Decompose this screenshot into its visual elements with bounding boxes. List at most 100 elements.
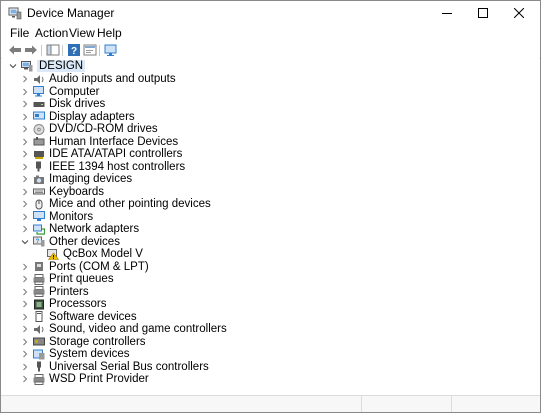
menu-file[interactable]: File xyxy=(10,26,29,40)
tree-item-software-devices[interactable]: Software devices xyxy=(20,311,137,323)
tree-item-keyboards[interactable]: Keyboards xyxy=(20,186,104,198)
chevron-right-icon[interactable] xyxy=(20,198,30,210)
unknown-device-warning-icon xyxy=(47,248,60,260)
network-adapter-icon xyxy=(33,224,46,235)
toolbar-separator xyxy=(41,45,42,56)
chevron-right-icon[interactable] xyxy=(20,298,30,310)
tree-item-monitors[interactable]: Monitors xyxy=(20,211,93,223)
port-icon xyxy=(33,261,45,272)
tree-root-row[interactable]: DESIGN xyxy=(8,60,86,72)
status-pane xyxy=(451,396,542,412)
chevron-right-icon[interactable] xyxy=(20,348,30,360)
tree-item-label: Audio inputs and outputs xyxy=(49,73,176,85)
tree-item-printers[interactable]: Printers xyxy=(20,286,89,298)
title-bar[interactable]: Device Manager xyxy=(1,1,540,25)
tree-item-label: Print queues xyxy=(49,273,114,285)
forward-arrow-icon[interactable] xyxy=(24,43,38,57)
tree-item-other-devices[interactable]: ? Other devices xyxy=(20,236,120,248)
firewire-icon xyxy=(33,161,45,172)
chevron-right-icon[interactable] xyxy=(20,123,30,135)
tree-item-imaging-devices[interactable]: Imaging devices xyxy=(20,173,132,185)
camera-icon xyxy=(33,174,45,185)
sound-controller-icon xyxy=(33,324,45,335)
back-arrow-icon[interactable] xyxy=(8,43,22,57)
tree-root-label: DESIGN xyxy=(37,60,86,72)
chevron-right-icon[interactable] xyxy=(20,98,30,110)
properties-icon[interactable] xyxy=(83,43,97,57)
menu-action[interactable]: Action xyxy=(35,26,68,40)
chevron-right-icon[interactable] xyxy=(20,373,30,385)
chevron-right-icon[interactable] xyxy=(20,311,30,323)
window-title: Device Manager xyxy=(27,6,115,20)
printer-icon xyxy=(33,286,45,297)
chevron-right-icon[interactable] xyxy=(20,361,30,373)
usb-icon xyxy=(33,361,45,372)
status-pane xyxy=(361,396,452,412)
tree-item-audio-inputs-and-outputs[interactable]: Audio inputs and outputs xyxy=(20,73,176,85)
device-tree[interactable]: DESIGN Audio inputs and outputs Computer D… xyxy=(2,58,539,395)
chevron-right-icon[interactable] xyxy=(20,111,30,123)
svg-text:?: ? xyxy=(71,46,77,57)
tree-item-label: IEEE 1394 host controllers xyxy=(49,160,186,173)
chevron-right-icon[interactable] xyxy=(20,261,30,273)
tree-item-label: IDE ATA/ATAPI controllers xyxy=(49,148,183,160)
tree-item-label: Storage controllers xyxy=(49,335,146,348)
menu-view[interactable]: View xyxy=(69,26,95,40)
tree-item-label: Disk drives xyxy=(49,98,106,110)
mouse-icon xyxy=(33,199,45,210)
help-icon[interactable]: ? xyxy=(67,43,81,57)
tree-item-label: Ports (COM & LPT) xyxy=(49,260,149,273)
tree-item-system-devices[interactable]: System devices xyxy=(20,348,130,360)
tree-item-label: WSD Print Provider xyxy=(49,373,149,385)
tree-item-label: Universal Serial Bus controllers xyxy=(49,360,209,373)
menu-help[interactable]: Help xyxy=(97,26,122,40)
chevron-right-icon[interactable] xyxy=(20,286,30,298)
maximize-button[interactable] xyxy=(468,1,498,25)
chevron-right-icon[interactable] xyxy=(20,136,30,148)
tree-item-processors[interactable]: Processors xyxy=(20,298,107,310)
minimize-button[interactable] xyxy=(432,1,462,25)
tree-item-computer[interactable]: Computer xyxy=(20,86,100,98)
tree-item-qcbox-model-v[interactable]: QcBox Model V xyxy=(34,248,143,260)
tree-item-ports-com-lpt[interactable]: Ports (COM & LPT) xyxy=(20,261,149,273)
tree-item-dvd-cd-rom-drives[interactable]: DVD/CD-ROM drives xyxy=(20,123,158,135)
minimize-icon xyxy=(442,13,452,14)
tree-item-sound-video-and-game-controllers[interactable]: Sound, video and game controllers xyxy=(20,323,227,335)
chevron-right-icon[interactable] xyxy=(20,161,30,173)
processor-icon xyxy=(33,299,45,310)
tree-item-universal-serial-bus-controllers[interactable]: Universal Serial Bus controllers xyxy=(20,361,209,373)
chevron-right-icon[interactable] xyxy=(20,186,30,198)
tree-item-label: Human Interface Devices xyxy=(49,135,179,148)
tree-item-label: Processors xyxy=(49,298,107,310)
tree-item-mice-and-other-pointing-devices[interactable]: Mice and other pointing devices xyxy=(20,198,211,210)
tree-item-ieee-1394-host-controllers[interactable]: IEEE 1394 host controllers xyxy=(20,161,185,173)
chevron-right-icon[interactable] xyxy=(20,336,30,348)
tree-item-ide-ata-atapi-controllers[interactable]: IDE ATA/ATAPI controllers xyxy=(20,148,182,160)
chevron-right-icon[interactable] xyxy=(20,211,30,223)
chevron-right-icon[interactable] xyxy=(20,86,30,98)
device-manager-app-icon xyxy=(8,7,22,20)
tree-item-human-interface-devices[interactable]: Human Interface Devices xyxy=(20,136,178,148)
chevron-down-icon[interactable] xyxy=(8,60,18,72)
menu-bar: File Action View Help xyxy=(1,25,540,43)
chevron-down-icon[interactable] xyxy=(20,236,30,248)
show-hide-tree-icon[interactable] xyxy=(46,43,60,57)
close-button[interactable] xyxy=(504,1,534,25)
chevron-right-icon[interactable] xyxy=(20,323,30,335)
chevron-right-icon[interactable] xyxy=(20,148,30,160)
update-driver-icon[interactable] xyxy=(104,43,118,57)
system-devices-icon xyxy=(33,349,45,360)
chevron-right-icon[interactable] xyxy=(20,273,30,285)
tree-item-wsd-print-provider[interactable]: WSD Print Provider xyxy=(20,373,149,385)
chevron-right-icon[interactable] xyxy=(20,223,30,235)
tree-item-disk-drives[interactable]: Disk drives xyxy=(20,98,105,110)
ide-controller-icon xyxy=(33,149,45,160)
chevron-right-icon[interactable] xyxy=(20,73,30,85)
chevron-right-icon[interactable] xyxy=(20,173,30,185)
tree-item-label: Computer xyxy=(49,85,100,98)
tree-item-storage-controllers[interactable]: Storage controllers xyxy=(20,336,146,348)
tree-item-network-adapters[interactable]: Network adapters xyxy=(20,223,139,235)
tree-item-display-adapters[interactable]: Display adapters xyxy=(20,111,135,123)
tree-item-print-queues[interactable]: Print queues xyxy=(20,273,114,285)
